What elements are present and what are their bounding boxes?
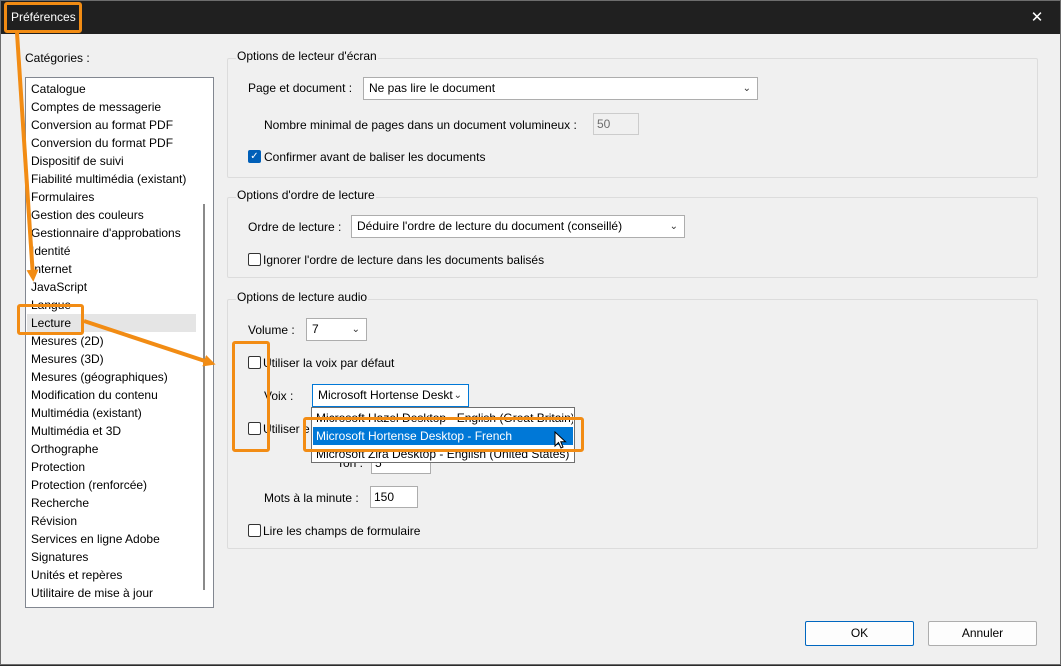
words-input[interactable]: 150 bbox=[370, 486, 418, 508]
reading-order-select[interactable]: Déduire l'ordre de lecture du document (… bbox=[351, 215, 685, 238]
use-voice-checkbox[interactable] bbox=[248, 422, 261, 435]
min-pages-label: Nombre minimal de pages dans un document… bbox=[264, 118, 577, 132]
category-item[interactable]: Mesures (3D) bbox=[27, 350, 196, 368]
category-item[interactable]: Utilitaire de mise à jour bbox=[27, 584, 196, 602]
category-item[interactable]: Mesures (géographiques) bbox=[27, 368, 196, 386]
category-item[interactable]: Fiabilité multimédia (existant) bbox=[27, 170, 196, 188]
words-label: Mots à la minute : bbox=[264, 491, 359, 505]
category-item[interactable]: Comptes de messagerie bbox=[27, 98, 196, 116]
page-doc-select[interactable]: Ne pas lire le document ⌄ bbox=[363, 77, 758, 100]
ignore-order-label: Ignorer l'ordre de lecture dans les docu… bbox=[263, 253, 545, 267]
categories-list[interactable]: Catalogue Comptes de messagerie Conversion… bbox=[25, 77, 214, 608]
voice-select[interactable]: Microsoft Hortense Deskt ⌄ bbox=[312, 384, 469, 407]
category-item[interactable]: Recherche bbox=[27, 494, 196, 512]
close-icon[interactable]: ✕ bbox=[1014, 1, 1060, 34]
category-item[interactable]: Protection (renforcée) bbox=[27, 476, 196, 494]
volume-value: 7 bbox=[312, 322, 319, 336]
voice-dropdown-list[interactable]: Microsoft Hazel Desktop - English (Great… bbox=[311, 407, 575, 463]
category-item[interactable]: Modification du contenu bbox=[27, 386, 196, 404]
category-item[interactable]: Multimédia et 3D bbox=[27, 422, 196, 440]
audio-title: Options de lecture audio bbox=[236, 290, 369, 304]
category-item[interactable]: Dispositif de suivi bbox=[27, 152, 196, 170]
chevron-down-icon: ⌄ bbox=[669, 221, 678, 232]
categories-scrollbar[interactable] bbox=[203, 204, 205, 590]
category-item[interactable]: Signatures bbox=[27, 548, 196, 566]
ok-button[interactable]: OK bbox=[805, 621, 914, 646]
category-item[interactable]: Internet bbox=[27, 260, 196, 278]
use-voice-label: Utiliser e bbox=[263, 422, 310, 436]
category-item[interactable]: Gestion des couleurs bbox=[27, 206, 196, 224]
cancel-button[interactable]: Annuler bbox=[928, 621, 1037, 646]
default-voice-label: Utiliser la voix par défaut bbox=[263, 356, 395, 370]
voice-option[interactable]: Microsoft Hazel Desktop - English (Great… bbox=[313, 409, 573, 427]
category-item[interactable]: Révision bbox=[27, 512, 196, 530]
category-item[interactable]: Formulaires bbox=[27, 188, 196, 206]
category-item[interactable]: Identité bbox=[27, 242, 196, 260]
page-doc-label: Page et document : bbox=[248, 81, 353, 95]
category-item[interactable]: Multimédia (existant) bbox=[27, 404, 196, 422]
category-item[interactable]: Protection bbox=[27, 458, 196, 476]
page-doc-value: Ne pas lire le document bbox=[369, 81, 496, 95]
category-item[interactable]: Unités et repères bbox=[27, 566, 196, 584]
category-item[interactable]: Mesures (2D) bbox=[27, 332, 196, 350]
volume-label: Volume : bbox=[248, 323, 295, 337]
chevron-down-icon: ⌄ bbox=[351, 324, 360, 335]
category-item[interactable]: Gestionnaire d'approbations bbox=[27, 224, 196, 242]
category-item[interactable]: Conversion au format PDF bbox=[27, 116, 196, 134]
reading-order-value: Déduire l'ordre de lecture du document (… bbox=[357, 219, 623, 233]
mouse-cursor-icon bbox=[554, 431, 567, 449]
category-item[interactable]: Langue bbox=[27, 296, 196, 314]
category-item[interactable]: Services en ligne Adobe bbox=[27, 530, 196, 548]
confirm-label: Confirmer avant de baliser les documents bbox=[264, 150, 486, 164]
preferences-dialog: Préférences ✕ Catégories : Catalogue Comp… bbox=[0, 0, 1061, 665]
voice-label: Voix : bbox=[264, 389, 294, 403]
reading-order-label: Ordre de lecture : bbox=[248, 220, 342, 234]
screen-reader-title: Options de lecteur d'écran bbox=[236, 49, 378, 63]
reading-order-title: Options d'ordre de lecture bbox=[236, 188, 376, 202]
voice-option[interactable]: Microsoft Zira Desktop - English (United… bbox=[313, 445, 573, 463]
category-item[interactable]: Orthographe bbox=[27, 440, 196, 458]
title-bar: Préférences ✕ bbox=[1, 1, 1060, 34]
window-title: Préférences bbox=[11, 10, 76, 24]
category-item[interactable]: JavaScript bbox=[27, 278, 196, 296]
read-fields-label: Lire les champs de formulaire bbox=[263, 524, 421, 538]
min-pages-input[interactable]: 50 bbox=[593, 113, 639, 135]
read-fields-checkbox[interactable] bbox=[248, 524, 261, 537]
chevron-down-icon: ⌄ bbox=[742, 83, 751, 94]
category-item-selected[interactable]: Lecture bbox=[27, 314, 196, 332]
ignore-order-checkbox[interactable] bbox=[248, 253, 261, 266]
category-item[interactable]: Catalogue bbox=[27, 80, 196, 98]
chevron-down-icon: ⌄ bbox=[453, 390, 462, 401]
categories-label: Catégories : bbox=[25, 51, 90, 65]
voice-option-selected[interactable]: Microsoft Hortense Desktop - French bbox=[313, 427, 573, 445]
confirm-checkbox[interactable]: ✓ bbox=[248, 150, 261, 163]
voice-value: Microsoft Hortense Deskt bbox=[318, 388, 453, 402]
volume-select[interactable]: 7 ⌄ bbox=[306, 318, 367, 341]
default-voice-checkbox[interactable] bbox=[248, 356, 261, 369]
category-item[interactable]: Conversion du format PDF bbox=[27, 134, 196, 152]
